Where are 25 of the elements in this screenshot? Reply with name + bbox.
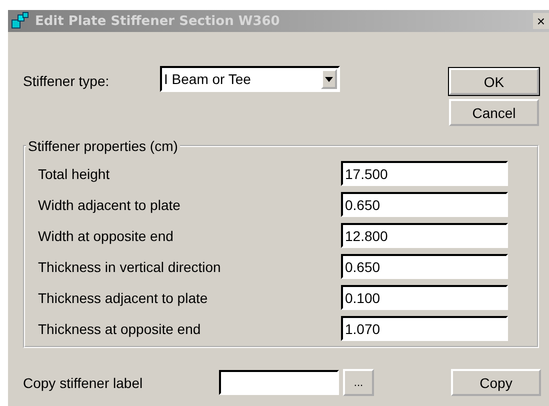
property-label: Width adjacent to plate [38, 196, 180, 212]
stiffener-type-dropdown[interactable]: I Beam or Tee [160, 66, 340, 92]
property-field[interactable]: 0.650 [341, 192, 508, 217]
ok-button[interactable]: OK [449, 68, 539, 95]
property-field[interactable]: 0.100 [341, 285, 508, 310]
copy-button[interactable]: Copy [451, 369, 541, 396]
cancel-button[interactable]: Cancel [449, 99, 539, 126]
property-label: Thickness adjacent to plate [38, 290, 208, 306]
property-label: Thickness in vertical direction [38, 258, 221, 274]
property-field[interactable]: 0.650 [341, 254, 508, 279]
copy-label: Copy stiffener label [23, 374, 144, 390]
cubes-icon [11, 12, 29, 30]
stiffener-type-label: Stiffener type: [23, 72, 110, 89]
property-label: Width at opposite end [38, 228, 174, 244]
property-label: Thickness at opposite end [38, 320, 201, 336]
group-title: Stiffener properties (cm) [27, 138, 179, 154]
property-field[interactable]: 1.070 [341, 316, 508, 341]
property-label: Total height [38, 166, 110, 182]
close-button[interactable]: × [533, 13, 549, 29]
dropdown-arrow-icon [325, 76, 333, 82]
label-field[interactable] [219, 370, 339, 395]
browse-button[interactable]: ... [343, 369, 374, 396]
property-field[interactable]: 12.800 [341, 223, 508, 248]
property-field[interactable]: 17.500 [341, 161, 508, 186]
window-title: Edit Plate Stiffener Section W360 [35, 14, 281, 28]
